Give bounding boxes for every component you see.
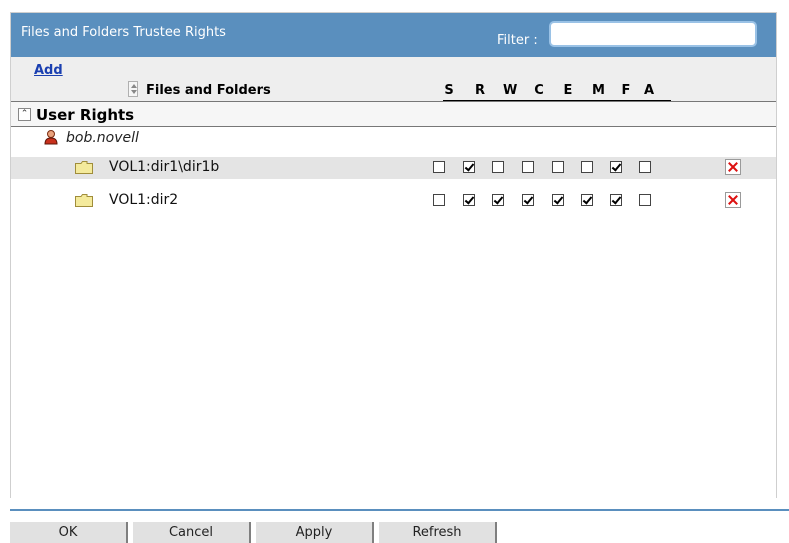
right-header-m: M [592,83,605,98]
right-checkbox-w[interactable] [492,194,504,206]
right-checkbox-c[interactable] [522,161,534,173]
right-checkbox-s[interactable] [433,194,445,206]
collapse-icon[interactable]: ⌃ [18,108,31,121]
panel-header: Files and Folders Trustee Rights Filter … [11,13,776,57]
right-checkbox-a[interactable] [639,161,651,173]
apply-button[interactable]: Apply [256,522,374,543]
right-header-e: E [563,83,573,98]
right-checkbox-e[interactable] [552,194,564,206]
right-checkbox-r[interactable] [463,161,475,173]
right-header-a: A [643,83,655,98]
delete-icon[interactable] [725,159,741,175]
panel-title: Files and Folders Trustee Rights [21,25,226,40]
right-checkbox-f[interactable] [610,194,622,206]
user-icon [44,130,58,145]
right-header-r: R [474,83,485,98]
right-header-s: S [444,83,454,98]
right-checkbox-m[interactable] [581,161,593,173]
right-header-w: W [503,83,518,98]
right-header-c: C [534,83,544,98]
delete-icon[interactable] [725,192,741,208]
add-link[interactable]: Add [34,63,63,78]
table-row: VOL1:dir1\dir1b [11,157,776,179]
filter-label: Filter : [497,33,538,48]
row-name: VOL1:dir2 [109,192,179,208]
row-name: VOL1:dir1\dir1b [109,159,220,175]
right-header-f: F [621,83,631,98]
files-and-folders-column-header[interactable]: Files and Folders [146,83,271,98]
right-checkbox-r[interactable] [463,194,475,206]
cancel-button[interactable]: Cancel [133,522,251,543]
section-title: User Rights [36,106,135,124]
right-checkbox-m[interactable] [581,194,593,206]
right-checkbox-c[interactable] [522,194,534,206]
ok-button[interactable]: OK [10,522,128,543]
right-checkbox-w[interactable] [492,161,504,173]
trustee-rights-panel: Files and Folders Trustee Rights Filter … [10,12,777,498]
footer-divider [10,509,789,511]
column-header-bar [11,57,776,101]
right-checkbox-s[interactable] [433,161,445,173]
folder-icon [75,161,93,174]
right-checkbox-a[interactable] [639,194,651,206]
refresh-button[interactable]: Refresh [379,522,497,543]
table-row: VOL1:dir2 [11,190,776,212]
sort-icon[interactable] [128,81,138,97]
trustee-name: bob.novell [66,130,139,146]
right-checkbox-f[interactable] [610,161,622,173]
right-checkbox-e[interactable] [552,161,564,173]
folder-icon [75,194,93,207]
filter-input[interactable] [549,21,757,47]
user-rights-section-header: ⌃ User Rights [11,101,776,127]
